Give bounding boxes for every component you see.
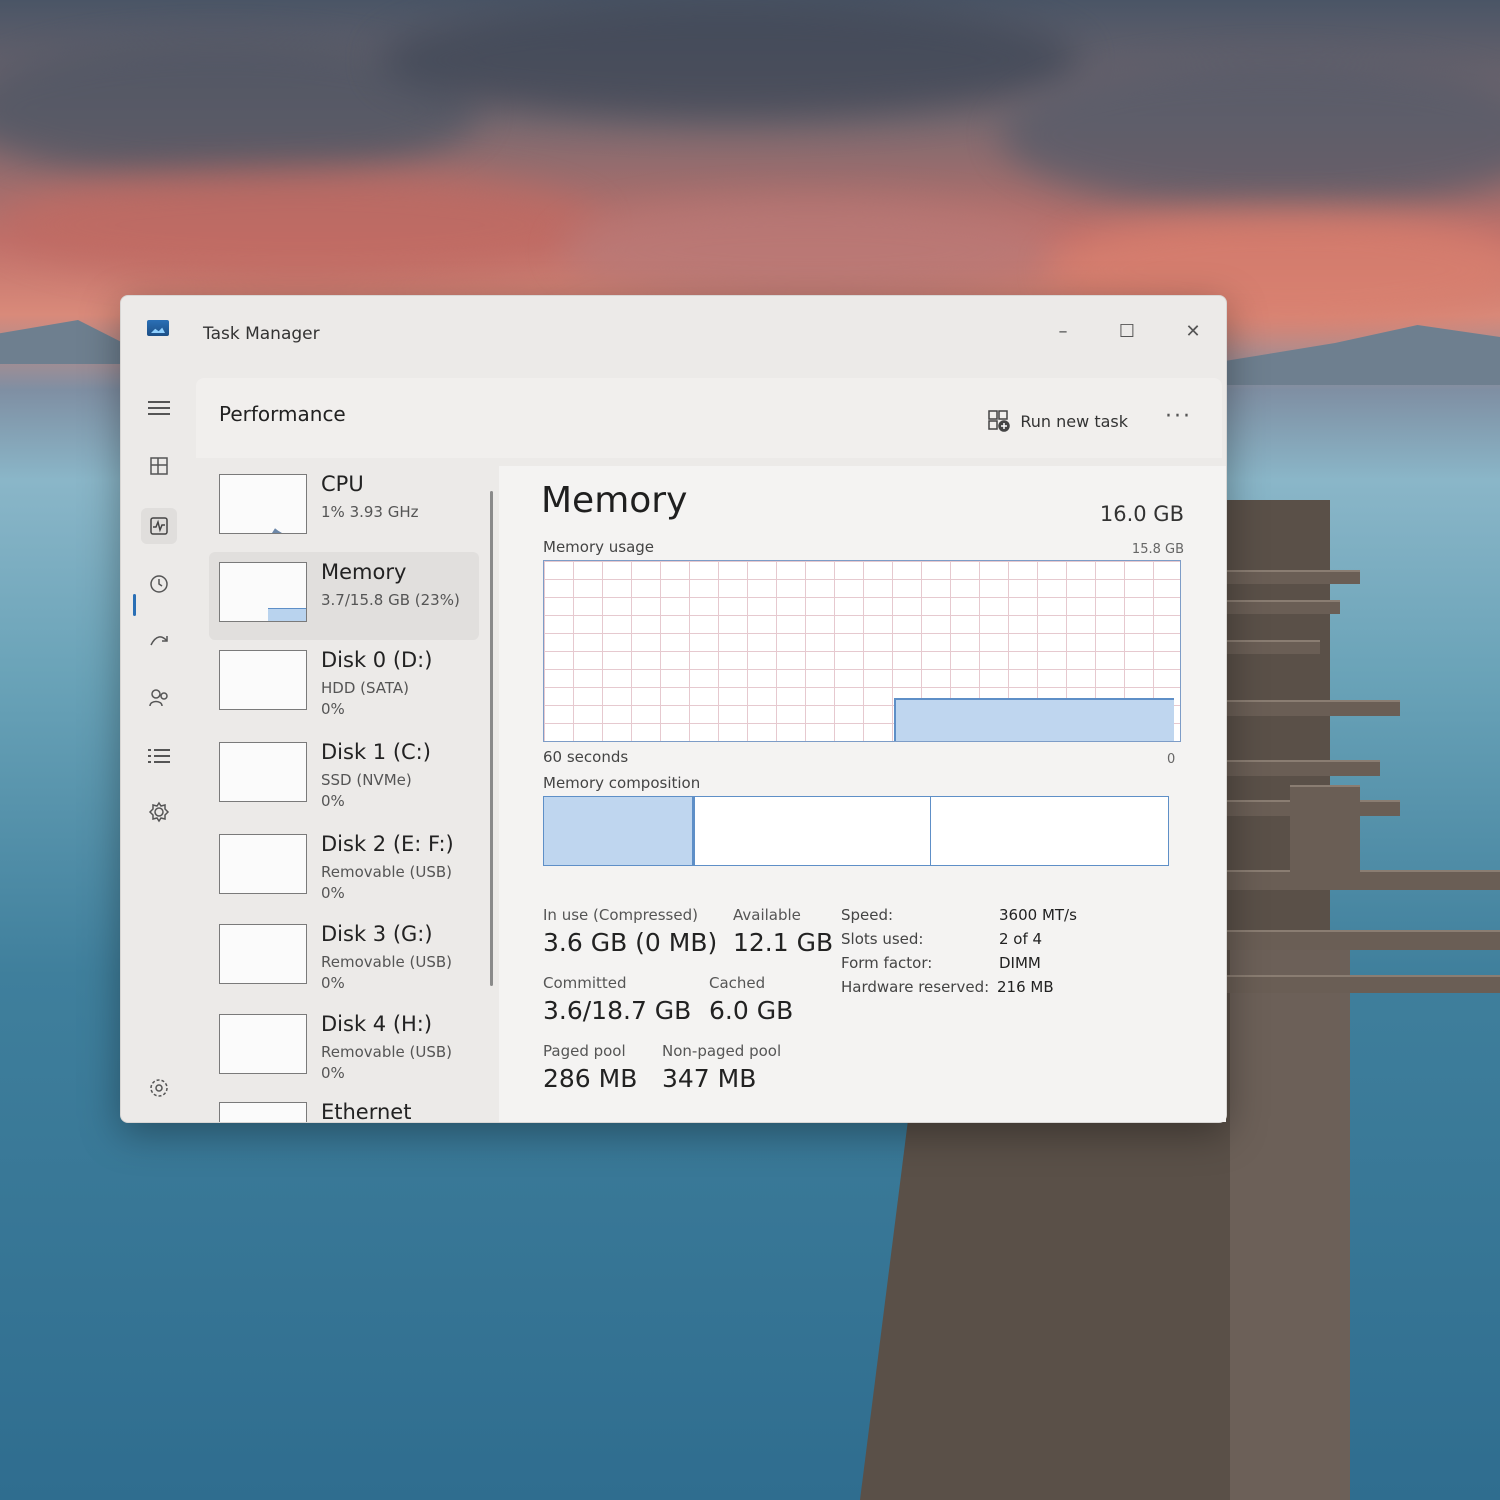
details-icon[interactable]	[141, 738, 177, 774]
users-icon[interactable]	[141, 680, 177, 716]
in-use-label: In use (Compressed)	[543, 906, 698, 924]
cached-label: Cached	[709, 974, 766, 992]
list-item-name: Disk 3 (G:)	[321, 922, 433, 946]
task-manager-window: Task Manager – ☐ ✕ Performance Run new t…	[120, 295, 1227, 1123]
disk-thumbnail-graph	[219, 924, 307, 984]
memory-thumbnail-graph	[219, 562, 307, 622]
list-item-cpu[interactable]: CPU 1% 3.93 GHz	[209, 464, 479, 552]
memory-usage-label: Memory usage	[543, 538, 655, 556]
processes-icon[interactable]	[141, 448, 177, 484]
list-item-disk-2[interactable]: Disk 2 (E: F:) Removable (USB) 0%	[209, 824, 479, 912]
list-item-detail: SSD (NVMe) 0%	[321, 771, 412, 810]
graph-time-right: 0	[1167, 752, 1176, 767]
disk-thumbnail-graph	[219, 834, 307, 894]
hardware-reserved-value: 216 MB	[997, 978, 1054, 996]
window-title: Task Manager	[203, 324, 320, 344]
hamburger-icon[interactable]	[141, 390, 177, 426]
paged-pool-label: Paged pool	[543, 1042, 626, 1060]
list-item-name: Disk 0 (D:)	[321, 648, 433, 672]
committed-label: Committed	[543, 974, 627, 992]
maximize-button[interactable]: ☐	[1107, 316, 1147, 348]
speed-value: 3600 MT/s	[999, 906, 1077, 924]
paged-pool-value: 286 MB	[543, 1064, 638, 1093]
navigation-rail	[121, 376, 196, 1122]
memory-total: 16.0 GB	[1099, 502, 1184, 526]
memory-usage-area	[894, 698, 1174, 741]
graph-time-left: 60 seconds	[543, 748, 629, 766]
resource-list-scrollbar[interactable]	[490, 491, 493, 986]
list-item-detail: Removable (USB) 0%	[321, 863, 453, 902]
list-item-disk-1[interactable]: Disk 1 (C:) SSD (NVMe) 0%	[209, 732, 479, 820]
disk-thumbnail-graph	[219, 650, 307, 710]
form-factor-value: DIMM	[999, 954, 1041, 972]
disk-thumbnail-graph	[219, 742, 307, 802]
close-button[interactable]: ✕	[1173, 316, 1213, 348]
cached-value: 6.0 GB	[709, 996, 794, 1025]
list-item-detail: 3.7/15.8 GB (23%)	[321, 591, 460, 609]
non-paged-pool-label: Non-paged pool	[662, 1042, 782, 1060]
composition-in-use	[544, 797, 695, 865]
active-nav-indicator	[133, 594, 136, 616]
detail-title: Memory	[541, 480, 688, 521]
list-item-detail: 1% 3.93 GHz	[321, 503, 419, 521]
non-paged-pool-value: 347 MB	[662, 1064, 757, 1093]
list-item-detail: Removable (USB) 0%	[321, 953, 453, 992]
list-item-ethernet[interactable]: Ethernet	[209, 1092, 479, 1122]
form-factor-label: Form factor:	[841, 954, 933, 972]
memory-composition-bar	[543, 796, 1169, 866]
cpu-thumbnail-graph	[219, 474, 307, 534]
settings-icon[interactable]	[141, 1070, 177, 1106]
list-item-disk-3[interactable]: Disk 3 (G:) Removable (USB) 0%	[209, 914, 479, 1002]
list-item-name: Disk 4 (H:)	[321, 1012, 433, 1036]
resource-list: CPU 1% 3.93 GHz Memory 3.7/15.8 GB (23%)…	[201, 464, 489, 1122]
list-item-detail: Removable (USB) 0%	[321, 1043, 453, 1082]
disk-thumbnail-graph	[219, 1014, 307, 1074]
memory-composition-label: Memory composition	[543, 774, 701, 792]
run-task-icon	[988, 410, 1011, 432]
speed-label: Speed:	[841, 906, 894, 924]
composition-divider	[930, 797, 931, 865]
page-title: Performance	[219, 402, 346, 426]
memory-usage-max: 15.8 GB	[1131, 542, 1184, 557]
list-item-disk-4[interactable]: Disk 4 (H:) Removable (USB) 0%	[209, 1004, 479, 1092]
page-header: Performance Run new task ···	[196, 378, 1222, 458]
list-item-name: CPU	[321, 472, 364, 496]
list-item-disk-0[interactable]: Disk 0 (D:) HDD (SATA) 0%	[209, 640, 479, 728]
title-bar[interactable]: Task Manager – ☐ ✕	[121, 296, 1226, 376]
ethernet-thumbnail-graph	[219, 1102, 307, 1122]
committed-value: 3.6/18.7 GB	[543, 996, 692, 1025]
list-item-memory[interactable]: Memory 3.7/15.8 GB (23%)	[209, 552, 479, 640]
list-item-name: Disk 1 (C:)	[321, 740, 431, 764]
run-new-task-button[interactable]: Run new task	[988, 410, 1128, 432]
task-manager-app-icon	[147, 320, 169, 336]
minimize-button[interactable]: –	[1043, 316, 1083, 348]
list-item-detail: HDD (SATA) 0%	[321, 679, 410, 718]
available-label: Available	[733, 906, 801, 924]
startup-apps-icon[interactable]	[141, 624, 177, 660]
list-item-name: Disk 2 (E: F:)	[321, 832, 454, 856]
memory-detail-panel: Memory 16.0 GB Memory usage 15.8 GB 60 s…	[499, 466, 1226, 1122]
slots-value: 2 of 4	[999, 930, 1043, 948]
run-new-task-label: Run new task	[1020, 411, 1128, 431]
memory-usage-graph	[543, 560, 1181, 742]
list-item-name: Memory	[321, 560, 407, 584]
hardware-reserved-label: Hardware reserved:	[841, 978, 990, 996]
list-item-name: Ethernet	[321, 1100, 412, 1122]
app-history-icon[interactable]	[141, 566, 177, 602]
more-options-button[interactable]: ···	[1165, 404, 1192, 429]
available-value: 12.1 GB	[733, 928, 834, 957]
performance-icon[interactable]	[141, 508, 177, 544]
services-icon[interactable]	[141, 794, 177, 830]
slots-label: Slots used:	[841, 930, 924, 948]
in-use-value: 3.6 GB (0 MB)	[543, 928, 718, 957]
